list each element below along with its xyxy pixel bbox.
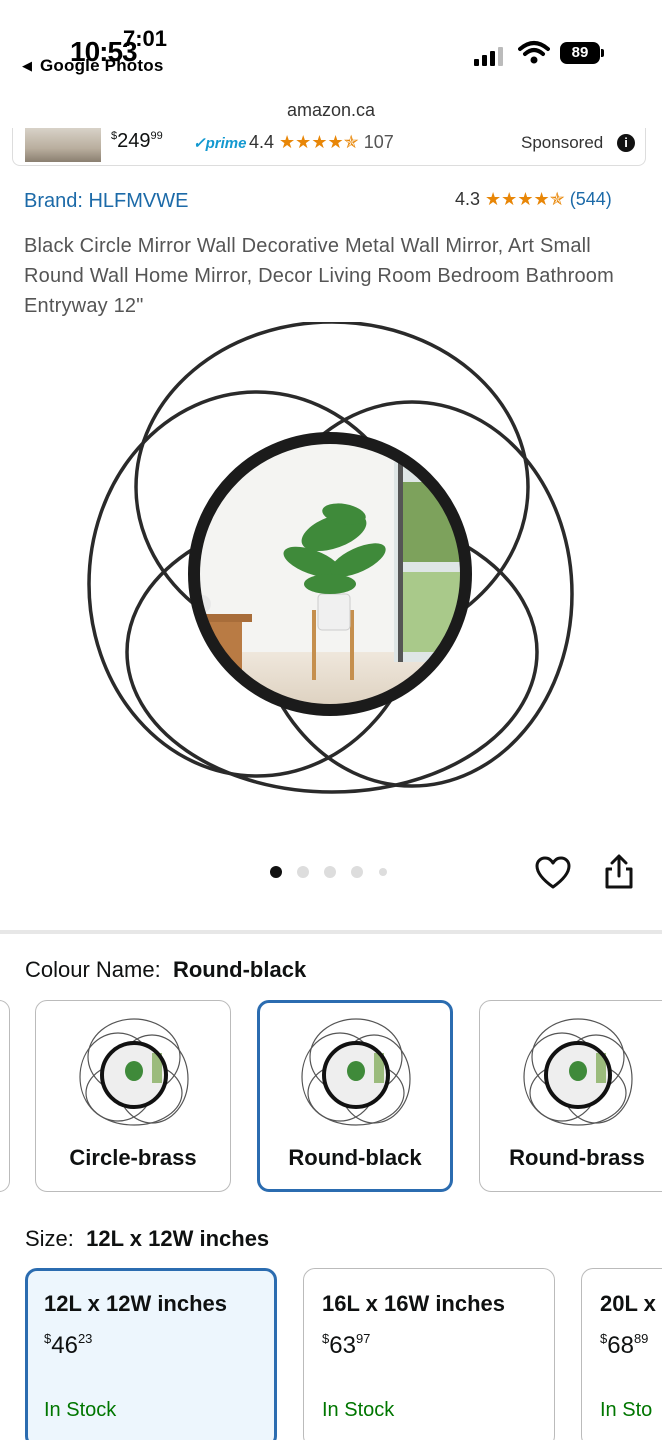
section-divider (0, 930, 662, 934)
sponsored-rating: 4.4 ★★★★✯ 107 (249, 132, 394, 152)
swatch-label: Round-brass (509, 1145, 645, 1170)
size-option[interactable]: 20L x $6889 In Sto (581, 1268, 662, 1440)
sponsored-price: $24999 (111, 130, 163, 152)
colour-swatch[interactable]: Circle-brass (35, 1000, 231, 1192)
product-title: Black Circle Mirror Wall Decorative Meta… (24, 235, 614, 317)
colour-swatch-selected[interactable]: Round-black (257, 1000, 453, 1192)
carousel-dot[interactable] (379, 868, 387, 876)
url-bar[interactable]: amazon.ca (0, 100, 662, 121)
heart-icon[interactable] (535, 856, 571, 890)
swatch-label: Circle-brass (69, 1145, 197, 1170)
review-count: (544) (569, 189, 612, 209)
sponsored-label: Sponsored (521, 133, 604, 152)
cellular-signal-icon (474, 44, 506, 66)
size-option[interactable]: 16L x 16W inches $6397 In Stock (303, 1268, 555, 1440)
brand-link[interactable]: Brand: HLFMVWE (24, 190, 188, 213)
size-option-price: $6889 (600, 1331, 649, 1359)
info-icon[interactable]: i (617, 134, 635, 152)
size-label: Size: 12L x 12W inches (25, 1226, 270, 1251)
size-option-price: $6397 (322, 1331, 371, 1359)
stock-status: In Stock (44, 1399, 117, 1421)
carousel-dot[interactable] (324, 866, 336, 878)
product-rating[interactable]: 4.3 ★★★★✯ (544) (455, 189, 612, 210)
swatch-thumbnail (301, 1018, 411, 1126)
battery-icon: 89 (560, 42, 604, 64)
carousel-dot[interactable] (351, 866, 363, 878)
carousel-dot[interactable] (297, 866, 309, 878)
back-arrow-icon[interactable]: ◀ (22, 58, 32, 74)
clock: 7:01 (123, 26, 168, 51)
colour-swatch-partial[interactable] (0, 1000, 10, 1192)
size-option-name: 12L x 12W inches (44, 1291, 228, 1316)
swatch-label: Round-black (288, 1145, 422, 1170)
swatch-thumbnail (523, 1018, 633, 1126)
product-image[interactable] (82, 322, 582, 802)
colour-swatch[interactable]: Round-brass (479, 1000, 662, 1192)
swatch-thumbnail (79, 1018, 189, 1126)
size-option-name: 20L x (600, 1291, 656, 1316)
stock-status: In Sto (600, 1399, 653, 1421)
carousel-dot[interactable] (270, 866, 282, 878)
wifi-icon (518, 41, 550, 64)
size-option-selected[interactable]: 12L x 12W inches $4623 In Stock (25, 1268, 277, 1440)
prime-badge: ✓prime (193, 135, 247, 152)
share-icon[interactable] (602, 854, 636, 890)
status-bar: ◀ Google Photos 10:53 7:01 89 (0, 0, 662, 92)
sponsored-thumbnail (25, 128, 101, 162)
stock-status: In Stock (322, 1399, 395, 1421)
sponsored-product-strip[interactable]: $24999 ✓prime 4.4 ★★★★✯ 107 Sponsored i (12, 128, 646, 166)
size-option-price: $4623 (44, 1331, 93, 1359)
star-rating-icon: ★★★★✯ (279, 132, 359, 152)
size-option-name: 16L x 16W inches (322, 1291, 506, 1316)
colour-label: Colour Name: Round-black (25, 957, 307, 982)
star-rating-icon: ★★★★✯ (485, 189, 565, 209)
image-carousel-dots[interactable] (270, 864, 400, 880)
